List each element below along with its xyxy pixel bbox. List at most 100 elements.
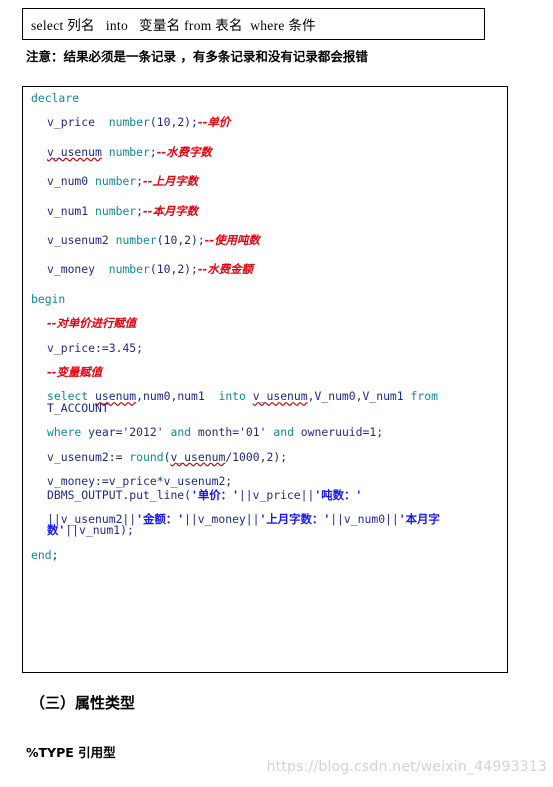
code-line: declare [31, 91, 501, 105]
code-token: v_price [47, 115, 96, 130]
code-line: DBMS_OUTPUT.put_line('单价：'||v_price||'吨数… [31, 487, 501, 502]
code-token: '01' [239, 425, 267, 440]
code-token: ||v_num0|| [330, 511, 399, 526]
code-token: v_usenum2:= [47, 449, 123, 464]
code-token: ||v_num1); [65, 523, 134, 538]
code-token: DBMS_OUTPUT.put_line( [47, 487, 192, 502]
code-token: v_num1 [47, 203, 89, 218]
sql-syntax-text: select 列名 into 变量名 from 表名 where 条件 [31, 18, 316, 33]
code-token: 上月字数： [266, 511, 324, 526]
code-token: v_price:= [47, 340, 109, 355]
code-token: ; [136, 203, 144, 218]
code-line: --对单价进行赋值 [31, 318, 501, 329]
code-line: ||v_usenum2||'金额：'||v_money||'上月字数：'||v_… [31, 511, 501, 538]
code-token: --单价 [197, 115, 231, 130]
code-line: end; [31, 547, 501, 562]
code-block: declare v_price number(10,2);--单价 v_usenum… [22, 86, 508, 673]
code-line: where year='2012' and month='01' and own… [31, 427, 501, 438]
code-token: 吨数： [321, 487, 356, 502]
code-token: number [108, 262, 150, 277]
code-line: v_num0 number;--上月字数 [31, 176, 501, 187]
code-token: ||v_price|| [238, 487, 315, 502]
code-token: number [115, 233, 157, 248]
code-token: ' [136, 511, 144, 526]
code-token: declare [31, 91, 80, 105]
code-token: and [170, 425, 192, 440]
code-token: --本月字数 [143, 203, 199, 218]
code-token: (10,2); [149, 262, 198, 277]
code-token: --使用吨数 [204, 233, 260, 248]
code-token: --水费字数 [156, 144, 212, 159]
code-line: select usenum,num0,num1 into v_usenum,V_… [31, 391, 501, 414]
code-token: v_money:=v_price*v_usenum2; [47, 474, 233, 489]
code-line: v_usenum number;--水费字数 [31, 144, 501, 159]
code-token: ,num0,num1 [136, 389, 205, 404]
body-paragraph: %TYPE 引用型 [26, 745, 116, 760]
code-token: (10,2); [156, 233, 205, 248]
code-token: --上月字数 [143, 174, 199, 189]
code-token: --对单价进行赋值 [47, 316, 137, 331]
code-token: v_usenum [47, 144, 102, 159]
code-token: ,V_num0,V_num1 [307, 389, 404, 404]
code-token: 金额： [143, 511, 178, 526]
code-line: v_num1 number;--本月字数 [31, 203, 501, 218]
note-text: 注意：结果必须是一条记录 ，有多条记录和没有记录都会报错 [26, 49, 368, 64]
code-token: where [47, 425, 82, 440]
code-token: number [108, 115, 150, 130]
code-token: number [95, 174, 137, 189]
code-token: ' [398, 511, 406, 526]
code-token: v_usenum [170, 449, 226, 464]
code-line: v_price:=3.45; [31, 340, 501, 355]
code-line: v_usenum2:= round(v_usenum/1000,2); [31, 449, 501, 464]
code-token: ' [191, 487, 198, 502]
code-token: /1000,2); [225, 449, 288, 464]
code-token: into [218, 389, 246, 404]
code-line: begin [31, 291, 501, 306]
code-token: ' [232, 487, 239, 502]
code-token: ||v_money|| [184, 511, 260, 526]
code-token: --水费金额 [197, 262, 253, 277]
code-token: owneruuid=1; [293, 425, 384, 440]
code-line: v_usenum2 number(10,2);--使用吨数 [31, 233, 501, 248]
code-token: ; [51, 547, 59, 562]
code-token: round [129, 449, 164, 464]
code-token: and [273, 425, 294, 440]
code-token: v_money [47, 262, 96, 277]
code-line: v_money number(10,2);--水费金额 [31, 264, 501, 275]
sql-syntax-box: select 列名 into 变量名 from 表名 where 条件 [22, 8, 485, 40]
code-line: --变量赋值 [31, 365, 501, 380]
code-line: v_money:=v_price*v_usenum2; [31, 474, 501, 489]
code-token: ; [136, 174, 144, 189]
code-token: ; [149, 144, 157, 159]
code-line: v_price number(10,2);--单价 [31, 117, 501, 128]
code-token: year= [81, 425, 123, 440]
code-token: v_num0 [47, 174, 89, 189]
code-token: ' [355, 487, 363, 502]
code-token: number [95, 203, 137, 218]
code-token: from [410, 389, 438, 404]
code-token: --变量赋值 [47, 365, 103, 380]
code-token: 3.45; [108, 340, 144, 355]
code-token: (10,2); [149, 115, 198, 130]
code-token: end [31, 547, 52, 562]
code-token: begin [31, 291, 66, 306]
code-token: 单价： [197, 487, 233, 502]
code-token: T_ACCOUNT [47, 400, 109, 415]
code-lines-container: declare v_price number(10,2);--单价 v_usenum… [23, 87, 507, 580]
code-token: number [108, 144, 150, 159]
code-token: v_usenum2 [47, 233, 109, 248]
section-heading: （三）属性类型 [30, 694, 136, 712]
code-token: month= [191, 425, 240, 440]
code-token: v_usenum [252, 389, 308, 404]
watermark-url: https://blog.csdn.net/weixin_44993313 [266, 759, 547, 775]
